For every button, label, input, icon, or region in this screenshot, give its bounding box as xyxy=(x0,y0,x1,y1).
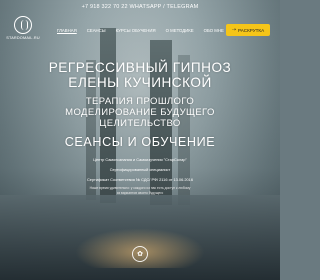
title-line: РЕГРЕССИВНЫЙ ГИПНОЗ xyxy=(48,60,232,75)
nav-menu: ГЛАВНАЯ СЕАНСЫ КУРСЫ ОБУЧЕНИЯ О МЕТОДИКЕ… xyxy=(52,28,255,33)
nav-item-about[interactable]: ОБО МНЕ xyxy=(199,28,229,33)
credential-line: Сертификат Соответствия № СДС/ РФ/ 2116 … xyxy=(86,177,193,182)
subtitle-line: МОДЕЛИРОВАНИЕ БУДУЩЕГО xyxy=(65,107,215,118)
page-title: РЕГРЕССИВНЫЙ ГИПНОЗ ЕЛЕНЫ КУЧИНСКОЙ xyxy=(0,60,280,90)
nav-item-courses[interactable]: КУРСЫ ОБУЧЕНИЯ xyxy=(111,28,161,33)
subtitle-line: ТЕРАПИЯ ПРОШЛОГО xyxy=(85,96,195,107)
section-title: СЕАНСЫ И ОБУЧЕНИЕ xyxy=(64,135,216,149)
main-navigation: STARDOMAIL.RU ГЛАВНАЯ СЕАНСЫ КУРСЫ ОБУЧЕ… xyxy=(0,14,280,48)
credentials-block: Центр Самопознания и Самоизучения "СтарС… xyxy=(0,155,280,185)
title-line: ЕЛЕНЫ КУЧИНСКОЙ xyxy=(68,75,212,90)
logo-text: STARDOMAIL.RU xyxy=(6,36,40,40)
subtitle-line: ЦЕЛИТЕЛЬСТВО xyxy=(99,118,181,129)
hero-note: Наше время удивительно: у каждого из нас… xyxy=(0,186,280,196)
cta-button[interactable]: ⇢ РАСКРУТКА xyxy=(226,24,270,36)
note-line: из вариантов своего будущего xyxy=(116,191,164,195)
arrow-icon: ⇢ xyxy=(231,27,237,33)
contact-phone[interactable]: +7 918 322 70 22 WHATSAPP / TELEGRAM xyxy=(82,4,199,10)
nav-item-home[interactable]: ГЛАВНАЯ xyxy=(52,28,82,33)
lotus-icon: ✿ xyxy=(132,246,148,262)
hero-content: РЕГРЕССИВНЫЙ ГИПНОЗ ЕЛЕНЫ КУЧИНСКОЙ ТЕРА… xyxy=(0,60,280,196)
logo-icon xyxy=(14,16,32,34)
top-contact-bar: +7 918 322 70 22 WHATSAPP / TELEGRAM xyxy=(0,0,280,13)
nav-item-method[interactable]: О МЕТОДИКЕ xyxy=(161,28,199,33)
nav-item-sessions[interactable]: СЕАНСЫ xyxy=(82,28,111,33)
credential-line: Сертифицированный специалист xyxy=(109,167,171,172)
logo[interactable]: STARDOMAIL.RU xyxy=(6,14,40,48)
cta-label: РАСКРУТКА xyxy=(238,27,265,33)
hero-subtitle: ТЕРАПИЯ ПРОШЛОГО МОДЕЛИРОВАНИЕ БУДУЩЕГО … xyxy=(0,96,280,129)
credential-line: Центр Самопознания и Самоизучения "СтарС… xyxy=(93,157,187,162)
